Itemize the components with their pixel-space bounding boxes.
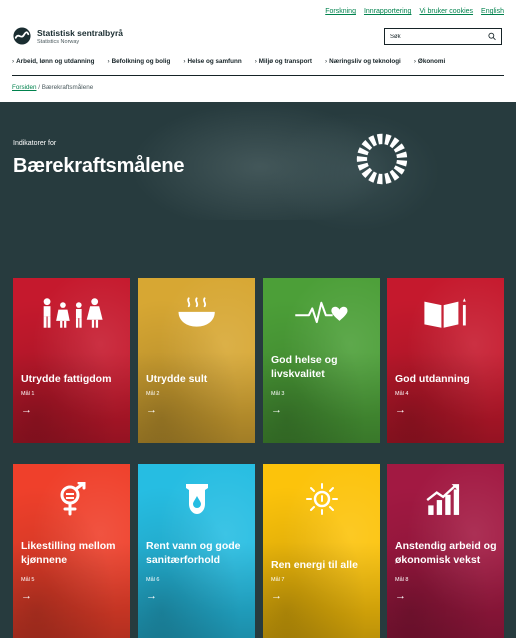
nav-divider [12,75,504,76]
link-innrapportering[interactable]: Innrapportering [364,8,411,15]
main-nav: › Arbeid, lønn og utdanning › Befolkning o… [12,58,445,65]
chevron-right-icon: › [254,58,257,65]
nav-item-okonomi[interactable]: › Økonomi [414,58,445,65]
sdg-wheel-segment [384,172,392,184]
nav-item-helse[interactable]: › Helse og samfunn [183,58,241,65]
logo-name: Statistisk sentralbyrå [37,27,123,38]
goal-tile-4[interactable]: God utdanning Mål 4 → [387,278,504,443]
water-drop-icon [185,484,208,514]
nav-item-arbeid[interactable]: › Arbeid, lønn og utdanning [12,58,94,65]
sdg-wheel-segment [357,162,369,171]
sdg-wheel-segment [396,151,408,158]
sdg-wheel-segment [361,167,373,179]
breadcrumb-separator: / [38,84,40,91]
chevron-right-icon: › [12,58,15,65]
goal-title: Utrydde sult [146,373,208,385]
goal-title: Likestilling mellom kjønnene [21,540,116,567]
goal-title: Anstendig arbeid og økonomisk vekst [395,540,497,567]
arrow-right-icon: → [146,590,157,602]
search-icon[interactable] [488,32,496,41]
goal-number: Mål 2 [146,391,160,397]
goal-number: Mål 8 [395,577,409,583]
arrow-right-icon: → [395,590,406,602]
sun-power-icon [305,483,338,515]
goal-number: Mål 6 [146,577,160,583]
goal-tile-5[interactable]: Likestilling mellom kjønnene Mål 5 → [13,464,130,638]
link-english[interactable]: English [481,8,504,15]
arrow-right-icon: → [146,404,157,416]
goal-tile-7[interactable]: Ren energi til alle Mål 7 → [263,464,380,638]
arrow-right-icon: → [21,404,32,416]
goal-number: Mål 1 [21,391,35,397]
arrow-right-icon: → [271,590,282,602]
hero-kicker: Indikatorer for [13,140,57,147]
goal-tile-2[interactable]: Utrydde sult Mål 2 → [138,278,255,443]
gender-icon [60,482,85,516]
chevron-right-icon: › [324,58,328,65]
nav-item-naeringsliv[interactable]: › Næringsliv og teknologi [325,58,401,65]
goal-number: Mål 4 [395,391,409,397]
link-forskning[interactable]: Forskning [325,8,356,15]
sdg-wheel-icon [356,133,408,185]
arrow-right-icon: → [271,404,282,416]
goal-title: God helse og livskvalitet [271,354,338,381]
family-icon [43,298,103,328]
goal-number: Mål 5 [21,577,35,583]
nav-item-befolkning[interactable]: › Befolkning og bolig [107,58,170,65]
chevron-right-icon: › [413,58,416,65]
goal-tile-3[interactable]: God helse og livskvalitet Mål 3 → [263,278,380,443]
sdg-wheel-segment [396,160,408,167]
goal-number: Mål 7 [271,577,285,583]
breadcrumb-home[interactable]: Forsiden [12,84,37,91]
chevron-right-icon: › [183,58,186,65]
goal-tile-6[interactable]: Rent vann og gode sanitærforhold Mål 6 → [138,464,255,638]
breadcrumb-current: Bærekraftsmålene [41,84,94,91]
breadcrumb: Forsiden / Bærekraftsmålene [12,84,93,91]
ssb-logo[interactable]: Statistisk sentralbyrå Statistics Norway [13,27,123,45]
growth-chart-icon [426,484,460,515]
arrow-right-icon: → [21,590,32,602]
search-box [384,28,502,45]
goal-title: Rent vann og gode sanitærforhold [146,540,241,567]
search-input[interactable] [390,33,488,40]
goal-tile-8[interactable]: Anstendig arbeid og økonomisk vekst Mål … [387,464,504,638]
goal-title: Ren energi til alle [271,559,358,571]
chevron-right-icon: › [107,58,110,65]
top-links: Forskning Innrapportering Vi bruker cook… [325,8,504,15]
goal-title: Utrydde fattigdom [21,373,112,385]
sdg-wheel-segment [356,156,368,162]
goal-number: Mål 3 [271,391,285,397]
sdg-wheel-segment [384,134,392,146]
sdg-wheel-segment [361,139,373,151]
heartbeat-icon [295,301,348,324]
page-title: Bærekraftsmålene [13,155,185,177]
ssb-logo-icon [13,27,31,45]
goal-title: God utdanning [395,373,470,385]
arrow-right-icon: → [395,404,406,416]
sdg-wheel-segment [357,147,369,156]
link-cookies[interactable]: Vi bruker cookies [419,8,473,15]
goal-tile-1[interactable]: Utrydde fattigdom Mål 1 → [13,278,130,443]
book-icon [423,298,466,328]
bowl-icon [178,297,215,327]
sdg-wheel-segment [376,133,383,145]
logo-subtitle: Statistics Norway [37,38,80,45]
nav-item-miljo[interactable]: › Miljø og transport [255,58,312,65]
sdg-wheel-segment [376,173,383,185]
